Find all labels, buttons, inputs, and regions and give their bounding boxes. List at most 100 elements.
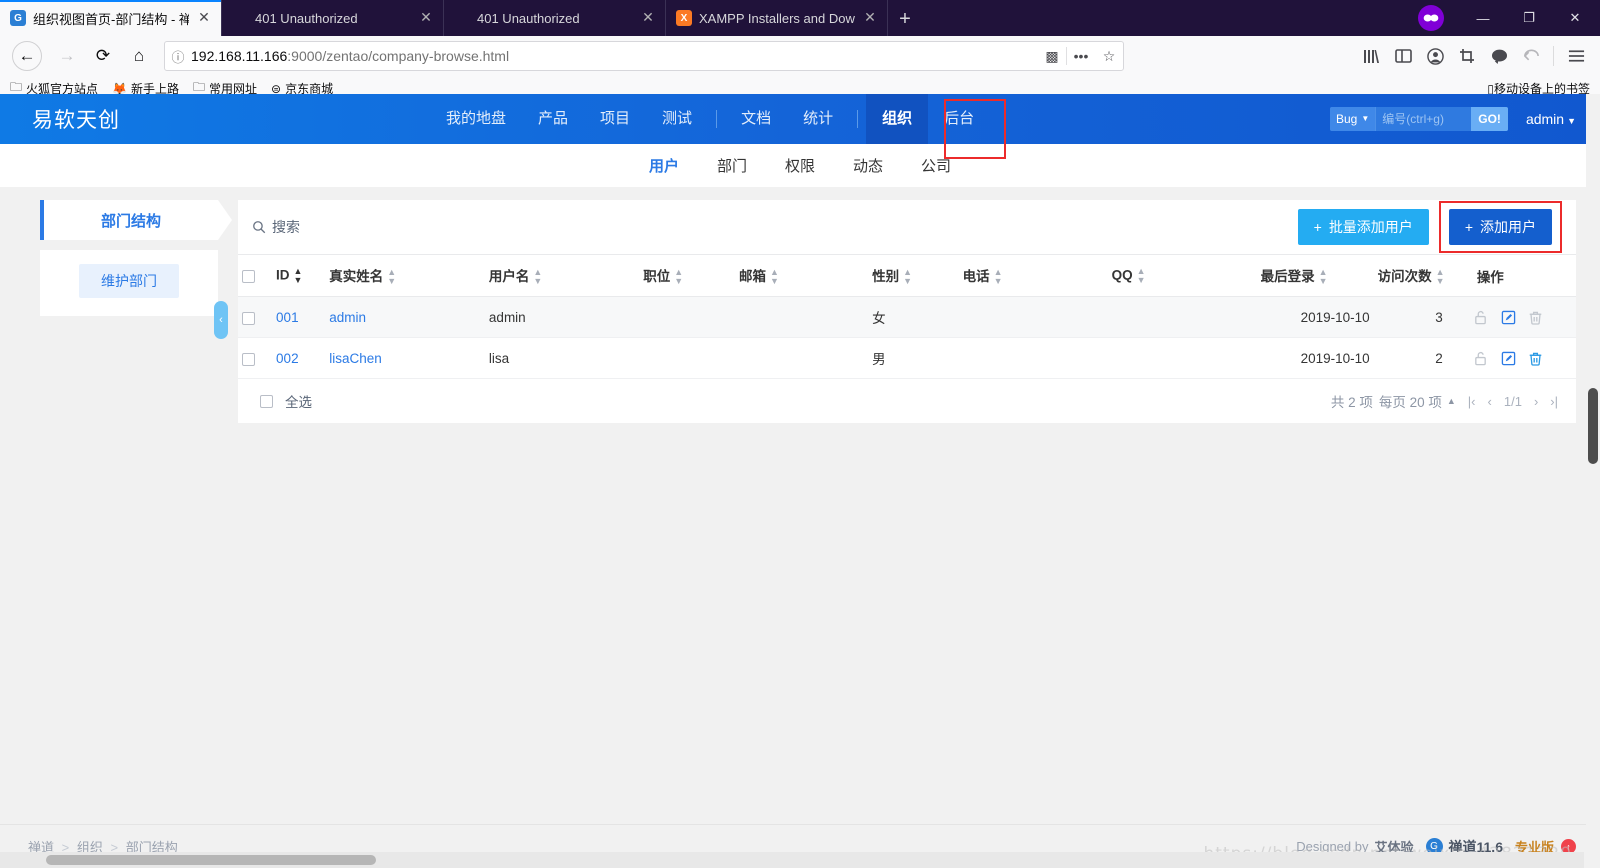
last-page-button[interactable]: ›| bbox=[1550, 394, 1558, 409]
back-icon[interactable]: ← bbox=[12, 41, 42, 71]
address-bar[interactable]: ⓘ 192.168.11.166:9000/zentao/company-bro… bbox=[164, 41, 1124, 71]
select-all-header[interactable] bbox=[238, 253, 273, 298]
page-actions-icon[interactable]: ••• bbox=[1067, 48, 1095, 64]
subnav-item-dynamic[interactable]: 动态 bbox=[834, 155, 902, 176]
search-type-select[interactable]: Bug ▼ bbox=[1329, 107, 1376, 131]
edit-icon[interactable] bbox=[1501, 310, 1516, 325]
checkbox-icon[interactable] bbox=[242, 270, 255, 284]
table-row[interactable]: 002 lisaChen lisa 男 2019-10-10 2 bbox=[238, 337, 1576, 380]
nav-item-project[interactable]: 项目 bbox=[584, 94, 646, 144]
user-menu[interactable]: admin ▼ bbox=[1526, 111, 1576, 127]
col-lastlogin[interactable]: 最后登录 ▲ ▼ bbox=[1256, 253, 1374, 298]
search-toggle[interactable]: 搜索 bbox=[252, 217, 300, 237]
new-tab-button[interactable]: + bbox=[888, 2, 922, 36]
user-id-link[interactable]: 002 bbox=[276, 351, 299, 366]
nav-item-stats[interactable]: 统计 bbox=[787, 94, 849, 144]
subnav-item-user[interactable]: 用户 bbox=[630, 155, 698, 176]
subnav-item-department[interactable]: 部门 bbox=[698, 155, 766, 176]
vertical-scrollbar-thumb[interactable] bbox=[1588, 388, 1598, 464]
undo-icon[interactable] bbox=[1515, 40, 1547, 72]
checkbox-icon[interactable] bbox=[242, 311, 255, 325]
close-icon[interactable]: ✕ bbox=[639, 9, 657, 27]
nav-item-my[interactable]: 我的地盘 bbox=[430, 94, 522, 144]
screenshot-icon[interactable] bbox=[1451, 40, 1483, 72]
delete-icon[interactable] bbox=[1528, 351, 1543, 367]
sort-icon[interactable]: ▲ ▼ bbox=[903, 268, 912, 286]
page-info-icon[interactable]: ⓘ bbox=[165, 47, 191, 66]
subnav-item-privilege[interactable]: 权限 bbox=[766, 155, 834, 176]
nav-item-admin[interactable]: 后台 bbox=[928, 94, 990, 144]
vertical-scrollbar[interactable] bbox=[1586, 94, 1600, 868]
first-page-button[interactable]: |‹ bbox=[1468, 394, 1476, 409]
reload-icon[interactable]: ⟳ bbox=[86, 39, 120, 73]
sidebar-icon[interactable] bbox=[1387, 40, 1419, 72]
pocket-icon[interactable] bbox=[1483, 40, 1515, 72]
chevron-up-icon[interactable]: ▲ bbox=[1447, 396, 1456, 406]
col-role[interactable]: 职位 ▲ ▼ bbox=[639, 253, 736, 298]
sort-icon[interactable]: ▲ ▼ bbox=[770, 268, 779, 286]
sort-icon[interactable]: ▲ ▼ bbox=[1319, 268, 1328, 286]
col-email[interactable]: 邮箱 ▲ ▼ bbox=[735, 253, 869, 298]
bookmark-star-icon[interactable]: ☆ bbox=[1095, 48, 1123, 65]
close-icon[interactable]: ✕ bbox=[417, 9, 435, 27]
checkbox-icon[interactable] bbox=[260, 394, 273, 408]
row-checkbox[interactable] bbox=[238, 337, 273, 380]
user-realname-link[interactable]: admin bbox=[329, 310, 366, 325]
maintain-department-button[interactable]: 维护部门 bbox=[79, 264, 179, 298]
account-icon[interactable] bbox=[1419, 40, 1451, 72]
user-realname-link[interactable]: lisaChen bbox=[329, 351, 382, 366]
close-window-button[interactable]: ✕ bbox=[1552, 0, 1598, 36]
sort-icon[interactable]: ▲ ▼ bbox=[674, 268, 683, 286]
per-page-selector[interactable]: 每页 20 项 bbox=[1379, 391, 1442, 411]
browser-tab-4[interactable]: XAMPP Installers and Downl ✕ bbox=[666, 0, 888, 36]
col-id[interactable]: ID ▲ ▼ bbox=[272, 253, 326, 298]
sort-icon[interactable]: ▲ ▼ bbox=[387, 268, 396, 286]
batch-add-user-button[interactable]: + 批量添加用户 bbox=[1297, 209, 1429, 245]
unlock-icon[interactable] bbox=[1473, 310, 1488, 325]
global-search[interactable]: Bug ▼ 编号(ctrl+g) GO! bbox=[1329, 107, 1508, 131]
sort-icon[interactable]: ▲ ▼ bbox=[1436, 268, 1445, 286]
col-phone[interactable]: 电话 ▲ ▼ bbox=[958, 253, 1108, 298]
search-input[interactable]: 编号(ctrl+g) bbox=[1375, 107, 1472, 131]
sort-icon[interactable]: ▲ ▼ bbox=[994, 268, 1003, 286]
col-username[interactable]: 用户名 ▲ ▼ bbox=[484, 253, 640, 298]
search-go-button[interactable]: GO! bbox=[1471, 107, 1508, 131]
add-user-button[interactable]: + 添加用户 bbox=[1448, 209, 1552, 245]
menu-icon[interactable] bbox=[1560, 40, 1592, 72]
home-icon[interactable]: ⌂ bbox=[122, 39, 156, 73]
minimize-button[interactable]: — bbox=[1460, 0, 1506, 36]
forward-icon[interactable]: → bbox=[50, 39, 84, 73]
nav-item-doc[interactable]: 文档 bbox=[725, 94, 787, 144]
sort-icon[interactable]: ▲ ▼ bbox=[294, 266, 303, 285]
edit-icon[interactable] bbox=[1501, 351, 1516, 366]
browser-tab-1[interactable]: 组织视图首页-部门结构 - 禅道 ✕ bbox=[0, 0, 222, 36]
horizontal-scrollbar[interactable] bbox=[0, 852, 1600, 868]
close-icon[interactable]: ✕ bbox=[861, 9, 879, 27]
col-gender[interactable]: 性别 ▲ ▼ bbox=[868, 253, 959, 298]
sort-icon[interactable]: ▲ ▼ bbox=[533, 268, 542, 286]
col-qq[interactable]: QQ ▲ ▼ bbox=[1107, 253, 1257, 298]
prev-page-button[interactable]: ‹ bbox=[1488, 394, 1492, 409]
unlock-icon[interactable] bbox=[1473, 351, 1488, 366]
col-visits[interactable]: 访问次数 ▲ ▼ bbox=[1373, 253, 1459, 298]
browser-tab-3[interactable]: 401 Unauthorized ✕ bbox=[444, 0, 666, 36]
horizontal-scrollbar-thumb[interactable] bbox=[46, 855, 376, 865]
close-icon[interactable]: ✕ bbox=[195, 9, 213, 27]
private-mask-icon[interactable] bbox=[1418, 5, 1444, 31]
nav-item-product[interactable]: 产品 bbox=[522, 94, 584, 144]
select-all-control[interactable]: 全选 bbox=[248, 391, 312, 411]
table-row[interactable]: 001 admin admin 女 2019-10-10 3 bbox=[238, 296, 1576, 339]
checkbox-icon[interactable] bbox=[242, 352, 255, 366]
browser-tab-2[interactable]: 401 Unauthorized ✕ bbox=[222, 0, 444, 36]
qr-icon[interactable]: ▩ bbox=[1038, 48, 1066, 65]
sidebar-collapse-handle[interactable]: ‹ bbox=[214, 301, 228, 339]
app-logo[interactable]: 易软天创 bbox=[0, 104, 430, 134]
nav-item-organization[interactable]: 组织 bbox=[866, 94, 929, 144]
nav-item-test[interactable]: 测试 bbox=[646, 94, 708, 144]
next-page-button[interactable]: › bbox=[1534, 394, 1538, 409]
subnav-item-company[interactable]: 公司 bbox=[902, 155, 970, 176]
row-checkbox[interactable] bbox=[238, 296, 273, 339]
col-realname[interactable]: 真实姓名 ▲ ▼ bbox=[325, 253, 485, 298]
sort-icon[interactable]: ▲ ▼ bbox=[1137, 266, 1146, 285]
user-id-link[interactable]: 001 bbox=[276, 310, 299, 325]
